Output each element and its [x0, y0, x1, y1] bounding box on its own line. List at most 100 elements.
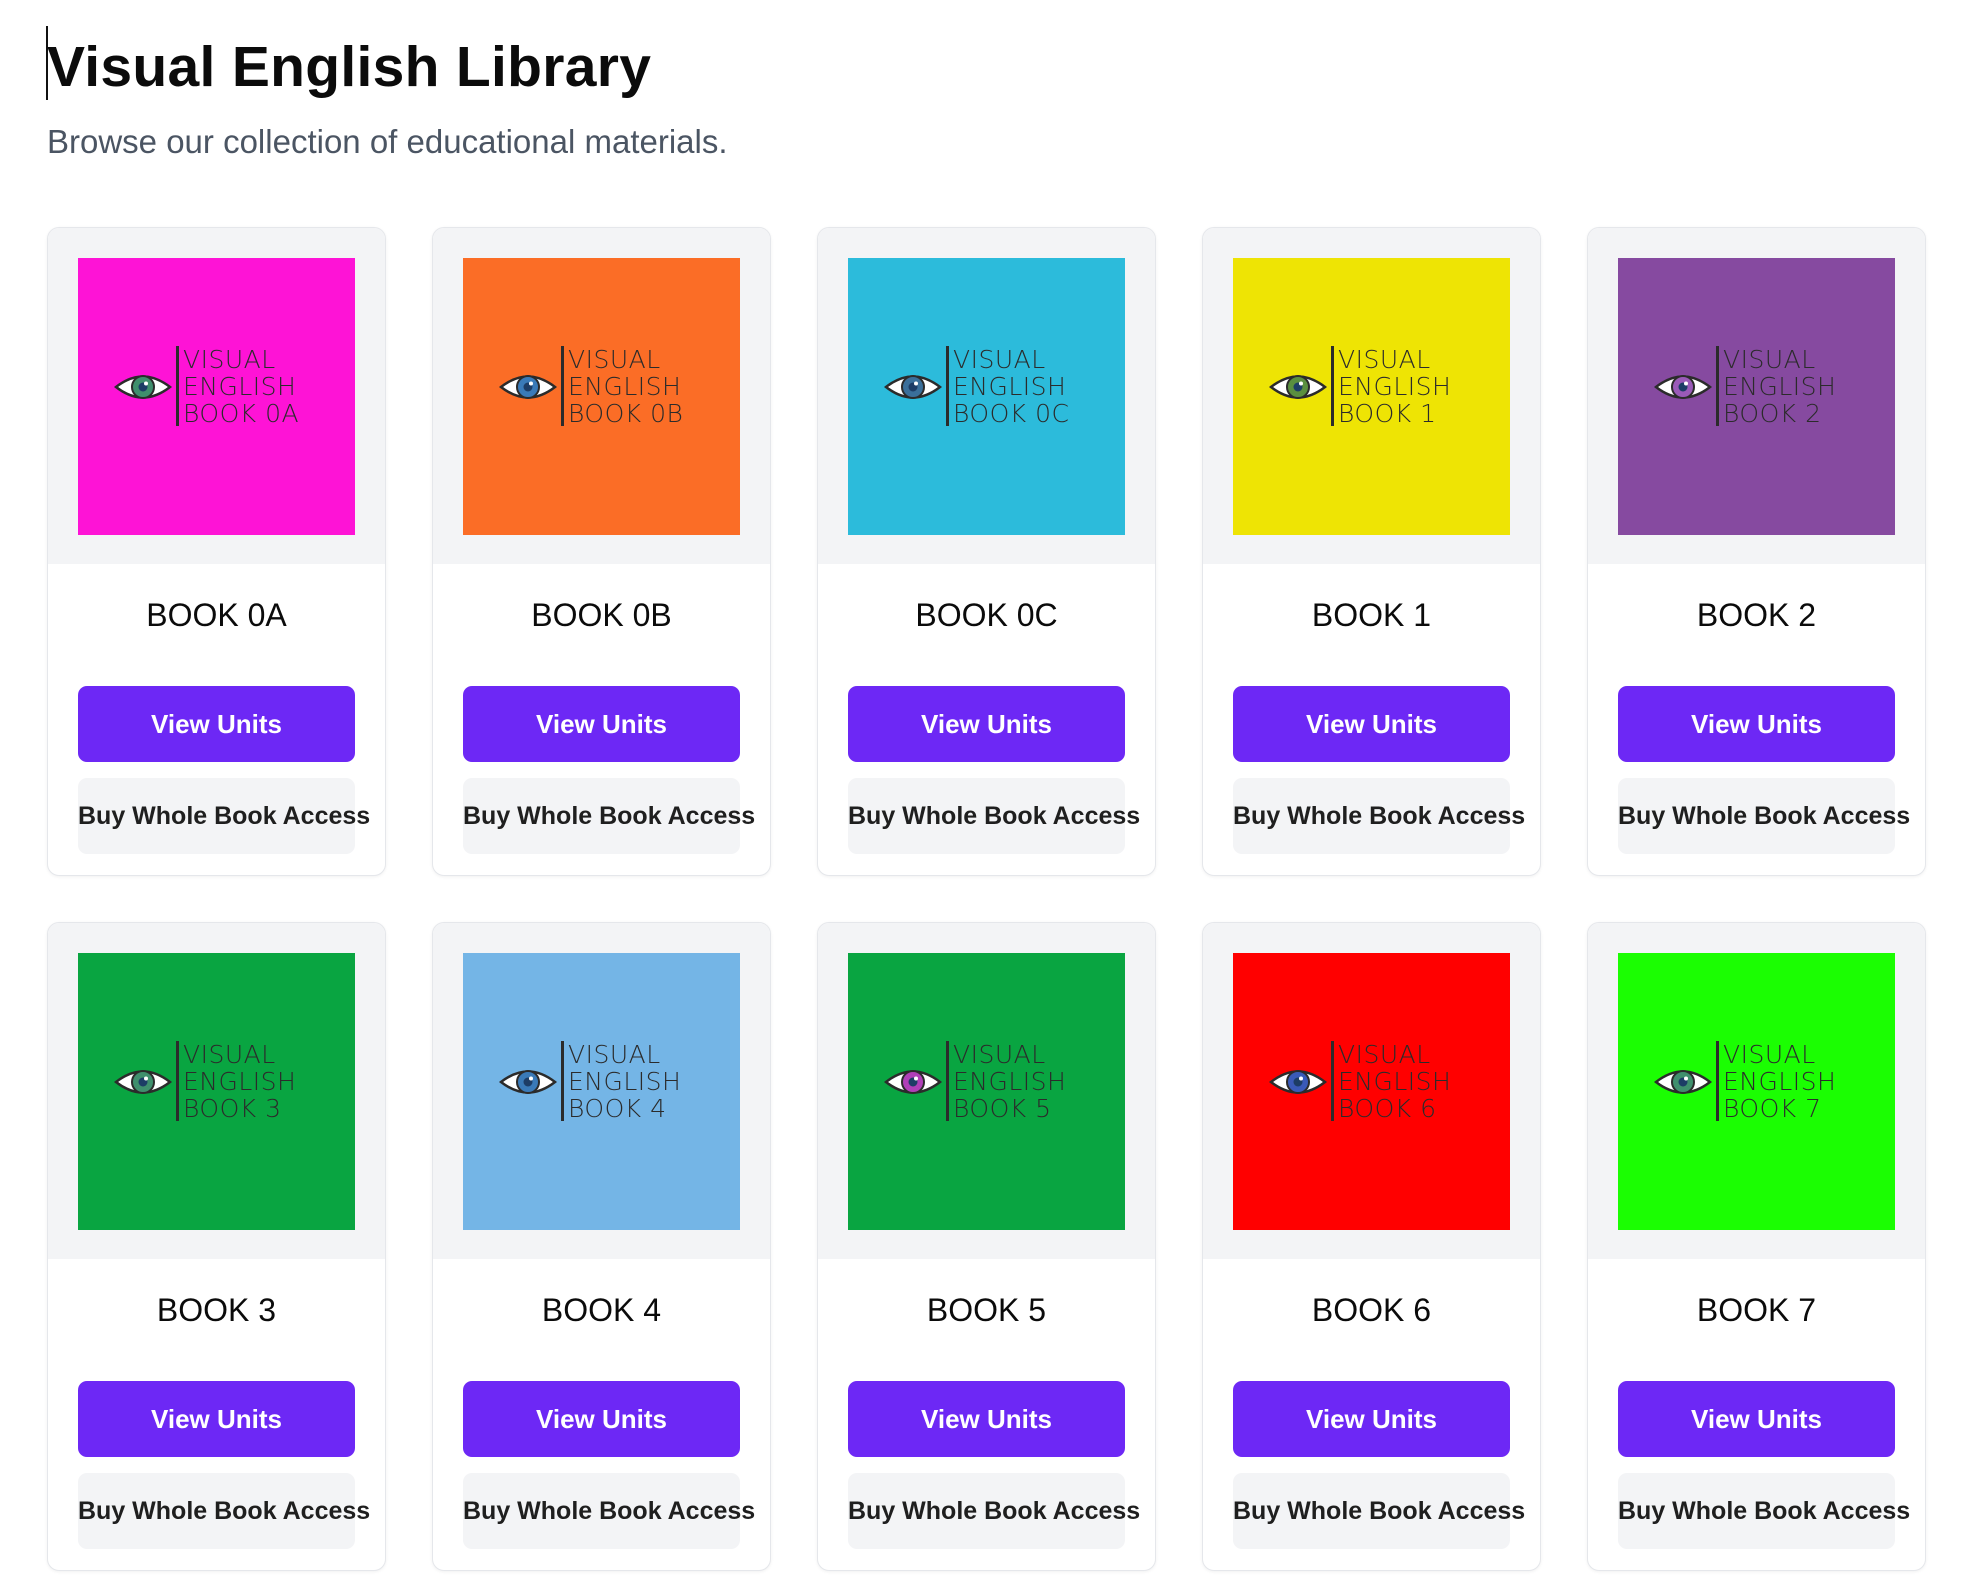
view-units-button[interactable]: View Units — [463, 1381, 740, 1457]
buy-whole-book-button[interactable]: Buy Whole Book Access — [848, 778, 1140, 854]
book-cover[interactable]: VISUAL ENGLISH BOOK 5 — [848, 953, 1125, 1230]
book-cover[interactable]: VISUAL ENGLISH BOOK 4 — [463, 953, 740, 1230]
book-cover[interactable]: VISUAL ENGLISH BOOK 2 — [1618, 258, 1895, 535]
view-units-button[interactable]: View Units — [1618, 686, 1895, 762]
cover-frame: VISUAL ENGLISH BOOK 4 — [433, 923, 770, 1259]
cover-line-1: VISUAL — [568, 1040, 661, 1069]
cover-frame: VISUAL ENGLISH BOOK 0A — [48, 228, 385, 564]
logo-divider — [1716, 346, 1719, 426]
view-units-button[interactable]: View Units — [848, 686, 1125, 762]
cover-line-1: VISUAL — [568, 345, 661, 374]
book-card: VISUAL ENGLISH BOOK 7 BOOK 7 View Units … — [1587, 922, 1926, 1571]
logo-divider — [1716, 1041, 1719, 1121]
book-card: VISUAL ENGLISH BOOK 0B BOOK 0B View Unit… — [432, 227, 771, 876]
page-title: Visual English Library — [47, 35, 652, 99]
book-title: BOOK 4 — [541, 1292, 662, 1328]
cover-frame: VISUAL ENGLISH BOOK 3 — [48, 923, 385, 1259]
book-card: VISUAL ENGLISH BOOK 0A BOOK 0A View Unit… — [47, 227, 386, 876]
cover-line-1: VISUAL — [1338, 345, 1431, 374]
book-cover[interactable]: VISUAL ENGLISH BOOK 3 — [78, 953, 355, 1230]
eye-icon — [114, 375, 172, 399]
cover-line-1: VISUAL — [1723, 345, 1816, 374]
page-subtitle: Browse our collection of educational mat… — [47, 123, 728, 160]
book-grid: VISUAL ENGLISH BOOK 0A BOOK 0A View Unit… — [47, 227, 1926, 1571]
book-card: VISUAL ENGLISH BOOK 6 BOOK 6 View Units … — [1202, 922, 1541, 1571]
logo-divider — [946, 346, 949, 426]
book-card: VISUAL ENGLISH BOOK 3 BOOK 3 View Units … — [47, 922, 386, 1571]
cover-frame: VISUAL ENGLISH BOOK 6 — [1203, 923, 1540, 1259]
cover-text: VISUAL ENGLISH BOOK 2 — [1723, 346, 1836, 427]
buy-whole-book-button[interactable]: Buy Whole Book Access — [1618, 1473, 1910, 1549]
cover-logo: VISUAL ENGLISH BOOK 7 — [1654, 1041, 1864, 1131]
book-title: BOOK 5 — [926, 1292, 1047, 1328]
logo-divider — [176, 1041, 179, 1121]
logo-divider — [1331, 1041, 1334, 1121]
cover-line-3: BOOK 4 — [568, 1094, 667, 1123]
cover-line-3: BOOK 0A — [183, 399, 300, 428]
book-card: VISUAL ENGLISH BOOK 1 BOOK 1 View Units … — [1202, 227, 1541, 876]
cover-text: VISUAL ENGLISH BOOK 1 — [1338, 346, 1451, 427]
eye-icon — [884, 1070, 942, 1094]
buy-whole-book-button[interactable]: Buy Whole Book Access — [848, 1473, 1140, 1549]
cover-line-1: VISUAL — [183, 345, 276, 374]
cover-line-2: ENGLISH — [568, 372, 682, 401]
book-title: BOOK 0B — [531, 597, 672, 633]
eye-icon — [1269, 1070, 1327, 1094]
buy-whole-book-button[interactable]: Buy Whole Book Access — [1618, 778, 1910, 854]
cover-text: VISUAL ENGLISH BOOK 3 — [183, 1041, 296, 1122]
book-title: BOOK 2 — [1696, 597, 1817, 633]
cover-line-2: ENGLISH — [953, 372, 1067, 401]
book-cover[interactable]: VISUAL ENGLISH BOOK 7 — [1618, 953, 1895, 1230]
buy-whole-book-button[interactable]: Buy Whole Book Access — [78, 778, 370, 854]
cover-text: VISUAL ENGLISH BOOK 6 — [1338, 1041, 1451, 1122]
cover-line-2: ENGLISH — [183, 1067, 297, 1096]
cover-text: VISUAL ENGLISH BOOK 5 — [953, 1041, 1066, 1122]
cover-text: VISUAL ENGLISH BOOK 4 — [568, 1041, 681, 1122]
view-units-button[interactable]: View Units — [78, 686, 355, 762]
cover-line-3: BOOK 3 — [183, 1094, 282, 1123]
cover-frame: VISUAL ENGLISH BOOK 7 — [1588, 923, 1925, 1259]
cover-line-3: BOOK 0C — [953, 399, 1070, 428]
book-title: BOOK 0C — [915, 597, 1058, 633]
cover-line-2: ENGLISH — [183, 372, 297, 401]
cover-logo: VISUAL ENGLISH BOOK 0C — [884, 346, 1094, 436]
view-units-button[interactable]: View Units — [848, 1381, 1125, 1457]
book-card: VISUAL ENGLISH BOOK 2 BOOK 2 View Units … — [1587, 227, 1926, 876]
view-units-button[interactable]: View Units — [78, 1381, 355, 1457]
view-units-button[interactable]: View Units — [463, 686, 740, 762]
buy-whole-book-button[interactable]: Buy Whole Book Access — [463, 778, 755, 854]
buy-whole-book-button[interactable]: Buy Whole Book Access — [463, 1473, 755, 1549]
cover-frame: VISUAL ENGLISH BOOK 0B — [433, 228, 770, 564]
book-cover[interactable]: VISUAL ENGLISH BOOK 1 — [1233, 258, 1510, 535]
cover-line-2: ENGLISH — [1338, 1067, 1452, 1096]
book-title: BOOK 1 — [1311, 597, 1432, 633]
buy-whole-book-button[interactable]: Buy Whole Book Access — [1233, 778, 1525, 854]
buy-whole-book-button[interactable]: Buy Whole Book Access — [1233, 1473, 1525, 1549]
eye-icon — [1654, 1070, 1712, 1094]
buy-whole-book-button[interactable]: Buy Whole Book Access — [78, 1473, 370, 1549]
book-cover[interactable]: VISUAL ENGLISH BOOK 0B — [463, 258, 740, 535]
view-units-button[interactable]: View Units — [1233, 686, 1510, 762]
cover-line-1: VISUAL — [953, 345, 1046, 374]
view-units-button[interactable]: View Units — [1618, 1381, 1895, 1457]
logo-divider — [946, 1041, 949, 1121]
cover-line-1: VISUAL — [1723, 1040, 1816, 1069]
cover-frame: VISUAL ENGLISH BOOK 2 — [1588, 228, 1925, 564]
cover-logo: VISUAL ENGLISH BOOK 6 — [1269, 1041, 1479, 1131]
book-cover[interactable]: VISUAL ENGLISH BOOK 6 — [1233, 953, 1510, 1230]
eye-icon — [1654, 375, 1712, 399]
cover-line-3: BOOK 5 — [953, 1094, 1052, 1123]
cover-line-3: BOOK 7 — [1723, 1094, 1822, 1123]
view-units-button[interactable]: View Units — [1233, 1381, 1510, 1457]
cover-logo: VISUAL ENGLISH BOOK 2 — [1654, 346, 1864, 436]
book-cover[interactable]: VISUAL ENGLISH BOOK 0C — [848, 258, 1125, 535]
logo-divider — [1331, 346, 1334, 426]
cover-text: VISUAL ENGLISH BOOK 0B — [568, 346, 683, 427]
book-title: BOOK 0A — [146, 597, 287, 633]
cover-line-2: ENGLISH — [1723, 1067, 1837, 1096]
cover-logo: VISUAL ENGLISH BOOK 0B — [499, 346, 709, 436]
book-cover[interactable]: VISUAL ENGLISH BOOK 0A — [78, 258, 355, 535]
eye-icon — [499, 1070, 557, 1094]
cover-line-3: BOOK 2 — [1723, 399, 1822, 428]
book-card: VISUAL ENGLISH BOOK 0C BOOK 0C View Unit… — [817, 227, 1156, 876]
